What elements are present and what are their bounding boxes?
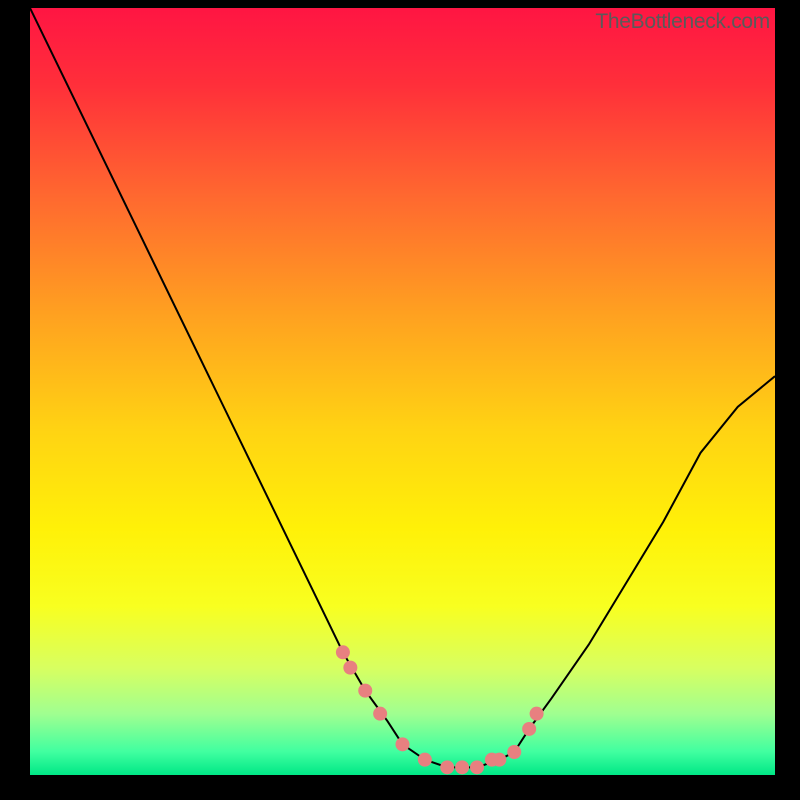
highlight-dot xyxy=(522,722,536,736)
highlight-dot xyxy=(440,760,454,774)
highlight-dot xyxy=(336,645,350,659)
highlight-dot xyxy=(396,737,410,751)
plot-area xyxy=(30,8,775,775)
highlight-dot xyxy=(492,753,506,767)
highlight-dot xyxy=(418,753,432,767)
chart-container: TheBottleneck.com xyxy=(0,0,800,800)
highlight-dot xyxy=(470,760,484,774)
highlight-dot xyxy=(373,707,387,721)
watermark-text: TheBottleneck.com xyxy=(595,10,770,34)
highlight-dot xyxy=(358,684,372,698)
highlight-dot xyxy=(530,707,544,721)
highlight-dot xyxy=(455,760,469,774)
chart-svg xyxy=(30,8,775,775)
gradient-background xyxy=(30,8,775,775)
highlight-dot xyxy=(507,745,521,759)
highlight-dot xyxy=(343,661,357,675)
